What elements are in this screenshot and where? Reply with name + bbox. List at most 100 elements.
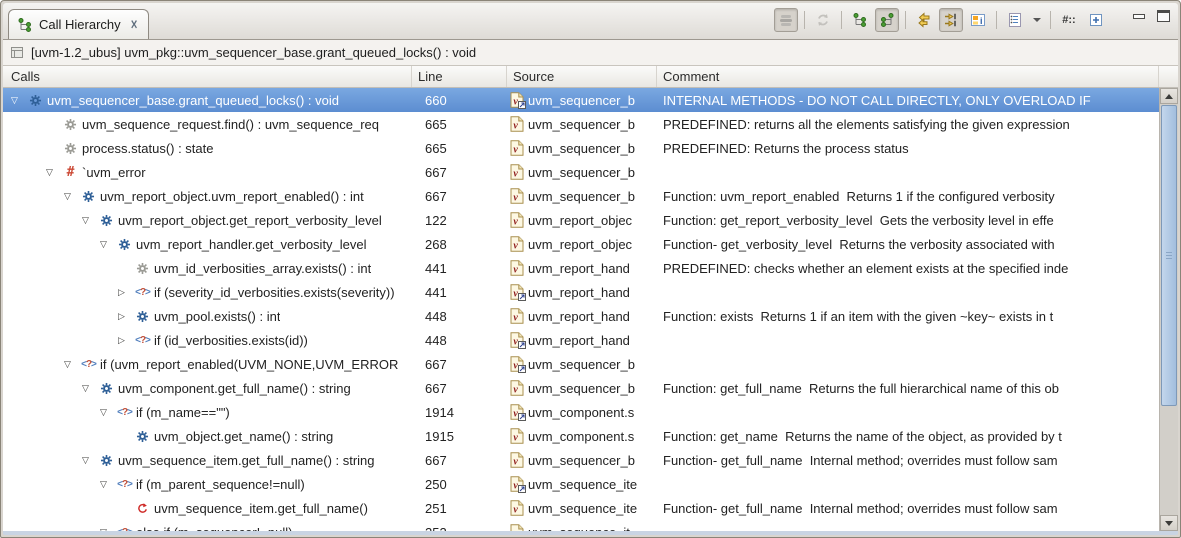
column-header-source[interactable]: Source xyxy=(507,66,657,87)
table-row[interactable]: uvm_sequence_item.get_full_name() 251 uv… xyxy=(3,496,1159,520)
source-file: uvm_report_objec xyxy=(528,213,632,228)
table-row[interactable]: ▷<?>if (severity_id_verbosities.exists(s… xyxy=(3,280,1159,304)
column-header-comment[interactable]: Comment xyxy=(657,66,1159,87)
table-row[interactable]: ▽uvm_report_handler.get_verbosity_level … xyxy=(3,232,1159,256)
expander-icon[interactable]: ▽ xyxy=(100,527,116,532)
layout-button[interactable]: i xyxy=(966,8,990,32)
column-header-line[interactable]: Line xyxy=(412,66,507,87)
expander-icon[interactable]: ▷ xyxy=(118,287,134,298)
expander-icon[interactable]: ▽ xyxy=(100,407,116,418)
back-arrows-button[interactable] xyxy=(912,8,936,32)
sv-file-icon xyxy=(510,452,524,468)
expander-icon[interactable]: ▷ xyxy=(118,311,134,322)
table-row[interactable]: ▽uvm_sequence_item.get_full_name() : str… xyxy=(3,448,1159,472)
call-label: uvm_component.get_full_name() : string xyxy=(118,381,351,396)
expander-icon[interactable]: ▽ xyxy=(11,95,27,106)
source-file: uvm_sequencer_b xyxy=(528,141,635,156)
source-file: uvm_sequencer_b xyxy=(528,453,635,468)
table-row[interactable]: ▽<?>else if (m_sequencer!=null) 252 uvm_… xyxy=(3,520,1159,531)
comment-text: Function: exists Returns 1 if an item wi… xyxy=(657,309,1159,324)
view-tab-strip: Call Hierarchy ☓ i xyxy=(3,3,1178,40)
expander-icon[interactable]: ▽ xyxy=(64,191,80,202)
table-row[interactable]: ▽ uvm_report_object.get_report_verbosity_… xyxy=(3,208,1159,232)
call-label: uvm_id_verbosities_array.exists() : int xyxy=(154,261,371,276)
show-callees-button[interactable] xyxy=(875,8,899,32)
source-file: uvm_sequence_it xyxy=(528,525,630,532)
table-row[interactable]: ▽ uvm_report_object.uvm_report_enabled() … xyxy=(3,184,1159,208)
call-stack-button[interactable] xyxy=(774,8,798,32)
table-row[interactable]: uvm_object.get_name() : string 1915 uvm_… xyxy=(3,424,1159,448)
if-statement-icon: <?> xyxy=(116,407,133,418)
table-row[interactable]: ▷uvm_pool.exists() : int 448 uvm_report_… xyxy=(3,304,1159,328)
line-number: 1914 xyxy=(412,405,507,420)
if-statement-icon: <?> xyxy=(134,287,151,298)
expand-callees-button[interactable] xyxy=(939,8,963,32)
source-file: uvm_sequence_ite xyxy=(528,501,637,516)
scroll-down-button[interactable] xyxy=(1160,515,1178,531)
defines-filter-button[interactable]: #:: xyxy=(1057,8,1081,32)
line-number: 441 xyxy=(412,285,507,300)
comment-text: PREDEFINED: Returns the process status xyxy=(657,141,1159,156)
refresh-button[interactable] xyxy=(811,8,835,32)
table-row[interactable]: uvm_id_verbosities_array.exists() : int … xyxy=(3,256,1159,280)
view-menu-chevron-icon[interactable] xyxy=(1030,8,1044,32)
line-number: 1915 xyxy=(412,429,507,444)
tab-title: Call Hierarchy xyxy=(39,17,121,32)
expander-icon[interactable]: ▷ xyxy=(118,335,134,346)
call-label: if (m_name=="") xyxy=(136,405,230,420)
expander-icon[interactable]: ▽ xyxy=(100,239,116,250)
table-row[interactable]: ▽uvm_component.get_full_name() : string … xyxy=(3,376,1159,400)
line-number: 122 xyxy=(412,213,507,228)
table-row[interactable]: ▽uvm_sequencer_base.grant_queued_locks()… xyxy=(3,88,1159,112)
window-bottom-edge xyxy=(3,531,1178,535)
tab-call-hierarchy[interactable]: Call Hierarchy ☓ xyxy=(8,9,149,39)
function-icon xyxy=(98,382,115,395)
table-row[interactable]: ▷<?>if (id_verbosities.exists(id)) 448 u… xyxy=(3,328,1159,352)
if-statement-icon: <?> xyxy=(116,527,133,532)
call-label: uvm_sequence_request.find() : uvm_sequen… xyxy=(82,117,379,132)
hierarchy-root-bar: [uvm-1.2_ubus] uvm_pkg::uvm_sequencer_ba… xyxy=(3,40,1178,66)
expander-icon[interactable]: ▽ xyxy=(82,215,98,226)
function-predefined-icon xyxy=(62,118,79,131)
table-row[interactable]: process.status() : state 665 uvm_sequenc… xyxy=(3,136,1159,160)
line-number: 448 xyxy=(412,309,507,324)
comment-text: Function- get_full_name Internal method;… xyxy=(657,501,1159,516)
show-callers-button[interactable] xyxy=(848,8,872,32)
table-row[interactable]: uvm_sequence_request.find() : uvm_sequen… xyxy=(3,112,1159,136)
minimize-icon[interactable] xyxy=(1133,14,1145,19)
scrollbar-thumb[interactable] xyxy=(1161,105,1177,406)
comment-text: Function: uvm_report_enabled Returns 1 i… xyxy=(657,189,1159,204)
pin-view-button[interactable] xyxy=(1084,8,1108,32)
call-label: uvm_report_object.uvm_report_enabled() :… xyxy=(100,189,364,204)
expander-icon[interactable]: ▽ xyxy=(100,479,116,490)
expander-icon[interactable]: ▽ xyxy=(82,455,98,466)
function-predefined-icon xyxy=(62,142,79,155)
line-number: 667 xyxy=(412,165,507,180)
maximize-icon[interactable] xyxy=(1157,10,1170,22)
comment-text: PREDEFINED: returns all the elements sat… xyxy=(657,117,1159,132)
close-icon[interactable]: ☓ xyxy=(131,17,138,33)
sv-file-icon xyxy=(510,356,524,372)
expander-icon[interactable]: ▽ xyxy=(46,167,62,178)
call-label: uvm_report_object.get_report_verbosity_l… xyxy=(118,213,382,228)
source-file: uvm_sequencer_b xyxy=(528,117,635,132)
sv-file-icon xyxy=(510,140,524,156)
source-file: uvm_report_objec xyxy=(528,237,632,252)
table-row[interactable]: ▽<?>if (m_name=="") 1914 uvm_component.s xyxy=(3,400,1159,424)
scroll-up-button[interactable] xyxy=(1160,88,1178,104)
recursion-icon xyxy=(134,502,151,515)
table-row[interactable]: ▽#`uvm_error 667 uvm_sequencer_b xyxy=(3,160,1159,184)
column-header-calls[interactable]: Calls xyxy=(3,66,412,87)
function-icon xyxy=(27,94,44,107)
table-row[interactable]: ▽<?>if (m_parent_sequence!=null) 250 uvm… xyxy=(3,472,1159,496)
link-overlay-icon xyxy=(518,101,526,109)
vertical-scrollbar[interactable] xyxy=(1159,88,1178,531)
expander-icon[interactable]: ▽ xyxy=(64,359,80,370)
sv-file-icon xyxy=(510,164,524,180)
source-file: uvm_sequencer_b xyxy=(528,357,635,372)
comment-text: Function- get_full_name Internal method;… xyxy=(657,453,1159,468)
filters-button[interactable] xyxy=(1003,8,1027,32)
expander-icon[interactable]: ▽ xyxy=(82,383,98,394)
table-row[interactable]: ▽<?>if (uvm_report_enabled(UVM_NONE,UVM_… xyxy=(3,352,1159,376)
source-file: uvm_report_hand xyxy=(528,333,630,348)
